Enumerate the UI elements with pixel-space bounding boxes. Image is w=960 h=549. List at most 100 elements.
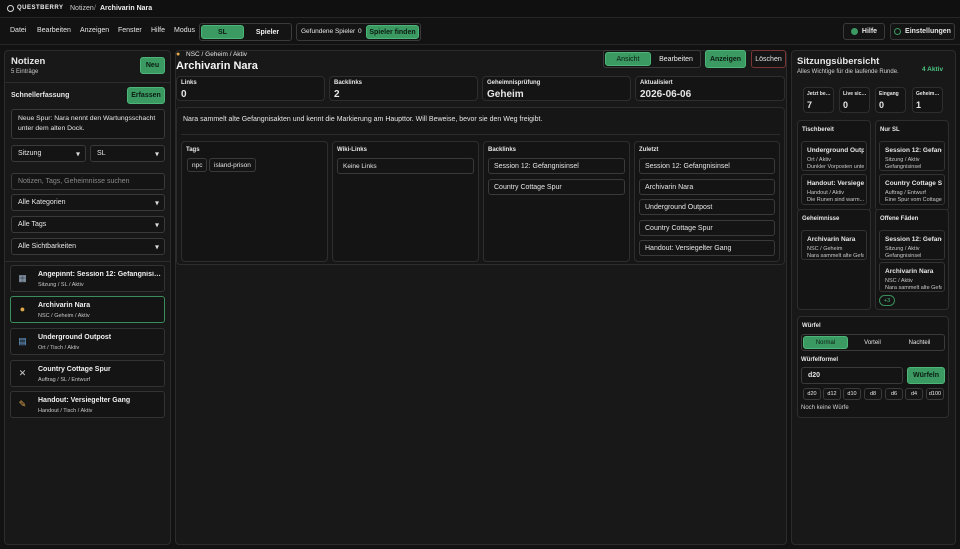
app-logo-text: QUESTBERRY: [17, 5, 64, 11]
tag-chip[interactable]: island-prison: [209, 158, 256, 172]
recent-item[interactable]: Handout: Versiegelter Gang: [639, 240, 775, 256]
session-stat-label: Geheimnisse: [916, 91, 940, 97]
menu-hilfe[interactable]: Hilfe: [151, 27, 165, 34]
mini-meta: Sitzung / Aktiv: [885, 157, 920, 163]
note-sub: NSC / Geheim / Aktiv: [38, 313, 90, 319]
mini-title: Handout: Versiegelter Gang: [807, 180, 864, 187]
note-body-text: Nara sammelt alte Gefangnisakten und ken…: [183, 116, 543, 123]
menu-fenster[interactable]: Fenster: [118, 27, 142, 34]
quick-die-d12[interactable]: d12: [823, 388, 841, 400]
settings-button[interactable]: Einstellungen: [890, 23, 955, 40]
swords-icon: ✕: [18, 368, 27, 378]
note-item-country-cottage[interactable]: ✕ Country Cottage Spur Auftrag / SL / En…: [10, 360, 165, 387]
stat-backlinks: Backlinks 2: [329, 76, 478, 101]
visibility-select-value: SL: [97, 150, 106, 157]
quick-die-d20[interactable]: d20: [803, 388, 821, 400]
backlink-item[interactable]: Country Cottage Spur: [488, 179, 625, 195]
recent-item[interactable]: Session 12: Gefangnisinsel: [639, 158, 775, 174]
note-sub: Sitzung / SL / Aktiv: [38, 282, 84, 288]
note-item-handout[interactable]: ✎ Handout: Versiegelter Gang Handout / T…: [10, 391, 165, 418]
recent-item[interactable]: Archivarin Nara: [639, 179, 775, 195]
visibility-select[interactable]: SL: [90, 145, 165, 162]
open-threads-label: Offene Fäden: [880, 216, 919, 222]
note-sub: Ort / Tisch / Aktiv: [38, 345, 80, 351]
secrets-item[interactable]: Archivarin Nara NSC / Geheim Nara sammel…: [801, 230, 867, 260]
quick-die-d100[interactable]: d100: [926, 388, 944, 400]
quick-die-d8[interactable]: d8: [864, 388, 882, 400]
category-filter[interactable]: Alle Kategorien: [11, 194, 165, 211]
open-thread-item[interactable]: Archivarin Nara NSC / Aktiv Nara sammelt…: [879, 262, 945, 292]
edit-mode-button[interactable]: Bearbeiten: [653, 52, 699, 66]
breadcrumb-section[interactable]: Notizen: [70, 5, 94, 12]
recent-item[interactable]: Country Cottage Spur: [639, 220, 775, 236]
sl-only-item[interactable]: Country Cottage Spur Auftrag / Entwurf E…: [879, 174, 945, 205]
content-divider: [181, 134, 780, 135]
mini-desc: Dunkler Vorposten unter der Insel: [807, 164, 864, 170]
recent-label: Zuletzt: [639, 147, 659, 153]
new-note-button[interactable]: Neu: [140, 57, 165, 74]
open-thread-item[interactable]: Session 12: Gefangnisinsel Sitzung / Akt…: [879, 230, 945, 260]
show-button[interactable]: Anzeigen: [705, 50, 746, 68]
stat-updated-label: Aktualisiert: [640, 80, 673, 86]
secrets-label: Geheimnisse: [802, 216, 840, 222]
help-button[interactable]: Hilfe: [843, 23, 885, 40]
recent-item[interactable]: Underground Outpost: [639, 199, 775, 215]
note-item-pinned-session[interactable]: ▦ Angepinnt: Session 12: Gefangnisinsel …: [10, 265, 165, 292]
mini-desc: Gefangnisinsel: [885, 253, 922, 259]
stat-links-value: 0: [181, 89, 187, 100]
npc-mask-icon: ●: [176, 51, 181, 58]
mini-title: Session 12: Gefangnisinsel: [885, 147, 942, 154]
roll-button[interactable]: Würfeln: [907, 367, 945, 384]
sidebar-divider-2: [4, 261, 171, 262]
mini-meta: NSC / Geheim: [807, 246, 843, 252]
note-sub: Handout / Tisch / Aktiv: [38, 408, 93, 414]
session-title: Sitzungsübersicht: [797, 56, 880, 67]
dice-formula-input[interactable]: d20: [801, 367, 903, 384]
search-input[interactable]: Notizen, Tags, Geheimnisse suchen: [11, 173, 165, 190]
session-stat-value: 0: [843, 100, 849, 110]
quick-die-d10[interactable]: d10: [843, 388, 861, 400]
note-item-underground-outpost[interactable]: ▤ Underground Outpost Ort / Tisch / Akti…: [10, 328, 165, 355]
mini-desc: Eine Spur vom Cottage: [885, 197, 942, 203]
table-ready-item[interactable]: Underground Outpost Ort / Aktiv Dunkler …: [801, 141, 867, 171]
stat-secret-label: Geheimnisprüfung: [487, 80, 541, 86]
delete-button[interactable]: Löschen: [751, 50, 786, 68]
mini-title: Archivarin Nara: [807, 236, 856, 243]
capture-button[interactable]: Erfassen: [127, 87, 165, 104]
note-item-archivarin-nara[interactable]: ● Archivarin Nara NSC / Geheim / Aktiv: [10, 296, 165, 323]
visibility-filter[interactable]: Alle Sichtbarkeiten: [11, 238, 165, 255]
dice-empty-state: Noch keine Würfe: [801, 405, 849, 411]
quick-die-d4[interactable]: d4: [905, 388, 923, 400]
sidebar-count: 5 Einträge: [11, 69, 39, 75]
capture-textarea[interactable]: Neue Spur: Nara nennt den Wartungsschach…: [11, 109, 165, 139]
recent-box: Zuletzt Session 12: Gefangnisinsel Archi…: [634, 141, 780, 262]
mode-sl-button[interactable]: SL: [201, 25, 244, 39]
capture-text: Neue Spur: Nara nennt den Wartungsschach…: [18, 115, 156, 132]
scroll-icon: ✎: [18, 399, 27, 409]
type-select[interactable]: Sitzung: [11, 145, 86, 162]
app-logo-icon: [7, 5, 14, 12]
table-ready-item[interactable]: Handout: Versiegelter Gang Handout / Akt…: [801, 174, 867, 205]
mode-spieler-button[interactable]: Spieler: [246, 25, 289, 39]
view-mode-button[interactable]: Ansicht: [605, 52, 651, 66]
menu-anzeigen[interactable]: Anzeigen: [80, 27, 109, 34]
tag-chip[interactable]: npc: [187, 158, 208, 172]
players-label: Gefundene Spieler: [301, 28, 356, 35]
open-threads-more-button[interactable]: +3: [879, 295, 895, 306]
help-label: Hilfe: [861, 28, 878, 35]
menu-bearbeiten[interactable]: Bearbeiten: [37, 27, 71, 34]
quick-die-d6[interactable]: d6: [885, 388, 903, 400]
backlinks-box: Backlinks Session 12: Gefangnisinsel Cou…: [483, 141, 630, 262]
dice-mode-disadvantage[interactable]: Nachteil: [897, 336, 942, 349]
tags-label: Tags: [186, 147, 200, 153]
sl-only-item[interactable]: Session 12: Gefangnisinsel Sitzung / Akt…: [879, 141, 945, 171]
dice-mode-advantage[interactable]: Vorteil: [850, 336, 895, 349]
backlinks-label: Backlinks: [488, 147, 517, 153]
backlink-item[interactable]: Session 12: Gefangnisinsel: [488, 158, 625, 174]
wiki-links-label: Wiki-Links: [337, 147, 367, 153]
menu-datei[interactable]: Datei: [10, 27, 26, 34]
dice-mode-normal[interactable]: Normal: [803, 336, 848, 349]
mask-icon: ●: [19, 304, 26, 314]
tag-filter[interactable]: Alle Tags: [11, 216, 165, 233]
find-players-button[interactable]: Spieler finden: [366, 25, 419, 39]
